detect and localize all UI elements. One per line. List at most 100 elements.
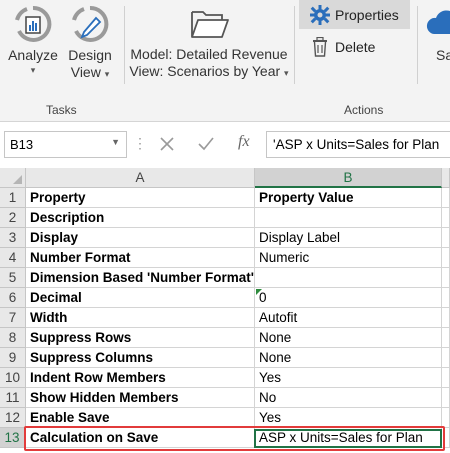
row-header[interactable]: 10: [0, 368, 26, 388]
cell-property-name[interactable]: Show Hidden Members: [26, 388, 255, 408]
model-label: Model: Detailed Revenue: [130, 46, 288, 62]
formula-bar-resize-handle[interactable]: ⋮: [133, 135, 147, 152]
save-button[interactable]: Sa: [424, 4, 450, 84]
table-row: 2 Description: [0, 208, 450, 228]
cell-column-c[interactable]: [442, 228, 450, 248]
cloud-save-icon: [426, 10, 450, 34]
chevron-down-icon[interactable]: ▼: [111, 137, 120, 147]
gear-icon: [310, 5, 330, 25]
cell-property-name[interactable]: Indent Row Members: [26, 368, 255, 388]
column-header-b[interactable]: B: [255, 168, 442, 188]
cell-column-c[interactable]: [442, 388, 450, 408]
row-header[interactable]: 1: [0, 188, 26, 208]
cell-property-name[interactable]: Dimension Based 'Number Format': [26, 268, 255, 288]
tasks-group-label: Tasks: [46, 103, 77, 117]
row-header[interactable]: 3: [0, 228, 26, 248]
formula-bar: B13 ▼ ⋮ fx 'ASP x Units=Sales for Plan: [0, 122, 450, 168]
cell-column-c[interactable]: [442, 348, 450, 368]
actions-group-label: Actions: [344, 103, 384, 117]
table-row: 11 Show Hidden Members No: [0, 388, 450, 408]
cell-property-value[interactable]: Display Label: [255, 228, 442, 248]
spreadsheet-grid: A B 1 Property Property Value 2 Description 3…: [0, 168, 450, 453]
name-box[interactable]: B13 ▼: [4, 131, 127, 158]
cell-column-c[interactable]: [442, 408, 450, 428]
properties-label: Properties: [335, 7, 399, 23]
select-all-button[interactable]: [0, 168, 26, 188]
cell-column-c[interactable]: [442, 188, 450, 208]
error-indicator-icon[interactable]: [256, 289, 262, 295]
row-header[interactable]: 2: [0, 208, 26, 228]
analyze-button[interactable]: Analyze ▾: [6, 4, 60, 84]
cell-column-c[interactable]: [442, 328, 450, 348]
insert-function-icon[interactable]: fx: [238, 133, 250, 151]
ribbon-separator: [124, 6, 125, 84]
row-header[interactable]: 12: [0, 408, 26, 428]
row-header[interactable]: 8: [0, 328, 26, 348]
column-header-c[interactable]: [442, 168, 450, 188]
design-view-icon: [72, 5, 109, 42]
cell-column-c[interactable]: [442, 268, 450, 288]
ribbon-separator: [294, 6, 295, 84]
table-row: 1 Property Property Value: [0, 188, 450, 208]
cell-property-value[interactable]: 0: [255, 288, 442, 308]
ribbon-separator: [417, 6, 418, 84]
formula-input[interactable]: 'ASP x Units=Sales for Plan: [266, 131, 450, 158]
column-header-a[interactable]: A: [26, 168, 255, 188]
name-box-value: B13: [10, 137, 34, 152]
cell-column-c[interactable]: [442, 248, 450, 268]
cell-property-name[interactable]: Property: [26, 188, 255, 208]
cell-property-value[interactable]: None: [255, 328, 442, 348]
trash-icon: [313, 37, 327, 57]
save-label: Sa: [436, 47, 450, 63]
cell-column-c[interactable]: [442, 368, 450, 388]
properties-button[interactable]: Properties: [299, 0, 410, 29]
design-view-button[interactable]: Design View ▾: [64, 4, 116, 84]
highlight-box: [24, 426, 445, 451]
delete-button[interactable]: Delete: [308, 34, 408, 60]
cell-property-value[interactable]: Property Value: [255, 188, 442, 208]
cell-property-name[interactable]: Enable Save: [26, 408, 255, 428]
cell-property-value[interactable]: [255, 208, 442, 228]
chevron-down-icon: ▾: [284, 68, 289, 78]
folder-icon: [191, 11, 229, 38]
cell-property-value[interactable]: Numeric: [255, 248, 442, 268]
cell-column-c[interactable]: [442, 208, 450, 228]
ribbon: Analyze ▾ Design View ▾ Model: Detailed …: [0, 0, 450, 122]
enter-check-icon[interactable]: [197, 136, 215, 152]
cell-property-name[interactable]: Display: [26, 228, 255, 248]
cell-property-value[interactable]: None: [255, 348, 442, 368]
design-view-label-line2: View: [70, 64, 101, 80]
table-row: 9 Suppress Columns None: [0, 348, 450, 368]
table-row: 10 Indent Row Members Yes: [0, 368, 450, 388]
cell-property-value[interactable]: Yes: [255, 368, 442, 388]
cell-property-value[interactable]: Yes: [255, 408, 442, 428]
chevron-down-icon: ▾: [104, 69, 110, 79]
cell-property-name[interactable]: Description: [26, 208, 255, 228]
row-header[interactable]: 6: [0, 288, 26, 308]
table-row: 8 Suppress Rows None: [0, 328, 450, 348]
model-view-button[interactable]: Model: Detailed Revenue View: Scenarios …: [128, 4, 290, 84]
design-view-label-line1: Design: [68, 47, 112, 63]
cancel-icon[interactable]: [159, 136, 175, 152]
cell-property-name[interactable]: Width: [26, 308, 255, 328]
cell-property-value[interactable]: Autofit: [255, 308, 442, 328]
row-header[interactable]: 5: [0, 268, 26, 288]
row-header[interactable]: 9: [0, 348, 26, 368]
cell-property-name[interactable]: Decimal: [26, 288, 255, 308]
cell-property-name[interactable]: Suppress Columns: [26, 348, 255, 368]
row-header[interactable]: 4: [0, 248, 26, 268]
analyze-icon: [15, 5, 52, 42]
cell-property-name[interactable]: Number Format: [26, 248, 255, 268]
formula-value: 'ASP x Units=Sales for Plan: [273, 137, 440, 152]
cell-property-value[interactable]: No: [255, 388, 442, 408]
cell-column-c[interactable]: [442, 308, 450, 328]
analyze-label: Analyze: [8, 47, 58, 63]
cell-property-name[interactable]: Suppress Rows: [26, 328, 255, 348]
row-header[interactable]: 13: [0, 428, 26, 448]
row-header[interactable]: 7: [0, 308, 26, 328]
table-row: 7 Width Autofit: [0, 308, 450, 328]
table-row: 5 Dimension Based 'Number Format': [0, 268, 450, 288]
cell-column-c[interactable]: [442, 288, 450, 308]
cell-property-value[interactable]: [255, 268, 442, 288]
row-header[interactable]: 11: [0, 388, 26, 408]
